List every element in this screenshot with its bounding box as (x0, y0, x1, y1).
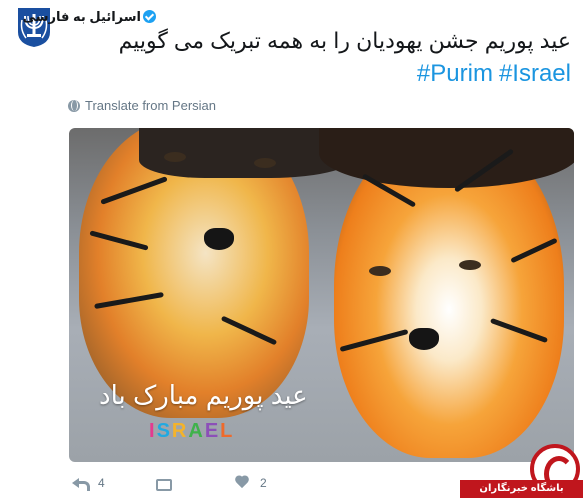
like-count: 2 (260, 476, 267, 490)
eye-right-1 (369, 266, 391, 276)
eye-left-2 (254, 158, 276, 168)
hashtag-israel[interactable]: #Israel (499, 60, 571, 87)
translate-link[interactable]: Translate from Persian (68, 98, 216, 113)
eye-right-2 (459, 260, 481, 270)
logo-letter: R (171, 420, 188, 442)
eye-left-1 (164, 152, 186, 162)
reply-count: 4 (98, 476, 105, 490)
nose-right (409, 328, 439, 350)
tweet-photo[interactable]: عید پوریم مبارک باد I S R A E L (69, 128, 574, 462)
reply-icon (72, 477, 90, 491)
watermark-label: باشگاه خبرنگاران (460, 480, 583, 498)
tweet-actions: 4 2 (72, 476, 267, 491)
hashtag-purim[interactable]: #Purim (417, 60, 493, 87)
media-caption: عید پوریم مبارک باد (99, 380, 308, 410)
verified-badge-icon (143, 10, 156, 23)
globe-icon (68, 99, 80, 112)
account-name[interactable]: اسرائیل به فارسی (23, 9, 141, 25)
news-watermark: باشگاه خبرنگاران (460, 444, 583, 498)
logo-letter: E (204, 420, 220, 442)
hair-right (319, 128, 574, 188)
retweet-icon (154, 477, 172, 491)
nose-left (204, 228, 234, 250)
tweet-text: عید پوریم جشن یهودیان را به همه تبریک می… (118, 28, 571, 53)
logo-letter: L (220, 420, 234, 442)
logo-letter: A (188, 420, 204, 442)
logo-letter: I (149, 420, 156, 442)
hashtags: #Purim #Israel (411, 58, 571, 90)
retweet-button[interactable] (154, 477, 234, 491)
reply-button[interactable]: 4 (72, 476, 154, 491)
heart-icon (234, 476, 250, 490)
like-button[interactable]: 2 (234, 476, 267, 490)
translate-label: Translate from Persian (85, 98, 217, 113)
israel-logo: I S R A E L (149, 420, 233, 443)
logo-letter: S (156, 420, 171, 442)
